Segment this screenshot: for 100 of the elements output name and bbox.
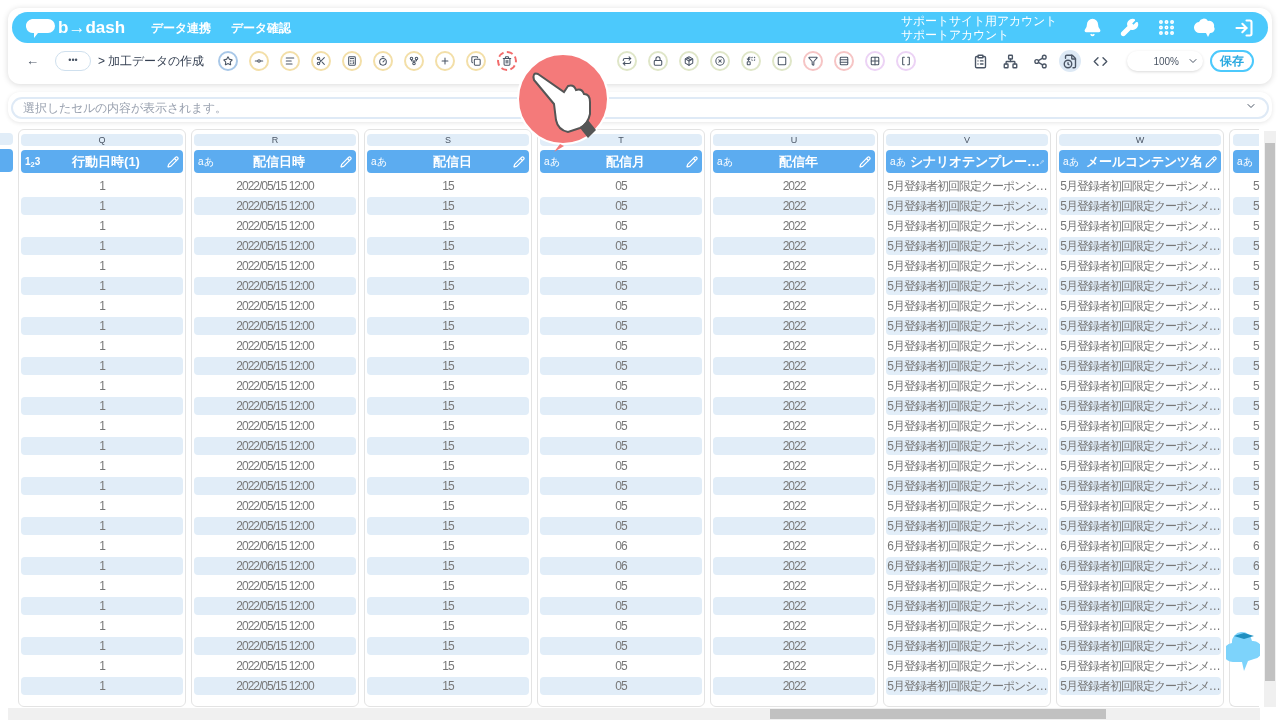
table-cell-text: 2022/05/15 12:00 [235, 458, 316, 475]
account-name: サポートアカウント [901, 27, 1010, 42]
table-cell-text: 2022 [781, 418, 807, 435]
table-cell: 2022 [713, 597, 875, 615]
table-cell: 15 [367, 597, 529, 615]
filter-icon [808, 56, 819, 66]
table-cell-text: 5月登録者初回限定クーポンシ… [886, 258, 1048, 275]
column-header[interactable]: aあ 配信年 [713, 150, 875, 173]
connect-icon [254, 56, 265, 66]
nav-link[interactable]: データ連携 [151, 18, 212, 37]
table-cell: 5月登録者初回限定クーポンシ… [886, 477, 1048, 495]
table-cell: 05 [540, 397, 702, 415]
table-cell-text: 2022 [781, 218, 807, 235]
column-header[interactable]: aあ シナリオテンプレー… [886, 150, 1048, 173]
table-cell: 2022 [713, 637, 875, 655]
table-cell-text: 1 [98, 458, 107, 475]
back-button[interactable]: ← [26, 51, 39, 71]
table-cell: 05 [540, 197, 702, 215]
table-cell: 15 [367, 397, 529, 415]
nav-link[interactable]: データ確認 [231, 18, 292, 37]
table-cell-text: 2022/05/15 12:00 [235, 498, 316, 515]
table-cell: 2022 [713, 237, 875, 255]
table-cell: 2022 [713, 677, 875, 695]
tool-button[interactable] [218, 51, 239, 71]
edit-icon[interactable] [686, 155, 698, 168]
table-cell-text: 5月登録者初回限定クーポンシ… [886, 578, 1048, 595]
table-cell-text: 2022/05/15 12:00 [235, 258, 316, 275]
table-cell: 15 [367, 317, 529, 335]
table-cell: 05 [540, 677, 702, 695]
table-cell: 5 [1233, 517, 1259, 535]
table-cell: 15 [367, 677, 529, 695]
table-cell: 1 [21, 597, 183, 615]
table-cell-text: 15 [441, 258, 455, 275]
column-header[interactable]: aあ 配信日 [367, 150, 529, 173]
table-cell: 5月登録者初回限定クーポンメ… [1059, 517, 1221, 535]
column-header[interactable]: aあ メールコンテンツ名 [1059, 150, 1221, 173]
column-header[interactable]: aあ 配信日時 [194, 150, 356, 173]
horizontal-scrollbar[interactable] [8, 708, 1260, 720]
column-header[interactable]: aあ 配信月 [540, 150, 702, 173]
table-cell-text: 5月登録者初回限定クーポンシ… [886, 298, 1048, 315]
replace-icon [746, 56, 757, 66]
hierarchy-icon [1002, 53, 1018, 69]
table-cell-text: 15 [441, 338, 455, 355]
table-cell: 5月登録者初回限定クーポンメ… [1059, 277, 1221, 295]
table-cell-text: 6 [1252, 538, 1259, 555]
column-header[interactable]: aあ [1233, 150, 1259, 173]
mascot-drawing[interactable] [1226, 629, 1260, 673]
type-label: aあ [544, 155, 561, 169]
view-button[interactable] [1059, 50, 1081, 72]
save-button[interactable]: 保存 [1210, 50, 1254, 72]
table-cell-text: 2022 [781, 298, 807, 315]
table-cell: 15 [367, 517, 529, 535]
table-cell: 5月登録者初回限定クーポンシ… [886, 677, 1048, 695]
table-cell-text: 2022/05/15 12:00 [235, 338, 316, 355]
tool-button[interactable] [497, 51, 518, 71]
table-cell: 2022/05/15 12:00 [194, 477, 356, 495]
table-cell-text: 5 [1252, 418, 1259, 435]
edit-icon[interactable] [167, 155, 179, 168]
edit-icon[interactable] [340, 155, 352, 168]
edit-icon[interactable] [859, 155, 871, 168]
table-cell-text: 1 [98, 658, 107, 675]
table-cell-text: 2022/05/15 12:00 [235, 418, 316, 435]
table-cell: 1 [21, 557, 183, 575]
table-cell-text: 05 [614, 178, 628, 195]
table-cell-text: 5月登録者初回限定クーポンシ… [886, 178, 1048, 195]
table-cell-text: 6月登録者初回限定クーポンシ… [886, 538, 1048, 555]
type-label: aあ [198, 155, 215, 169]
table-cell: 5月登録者初回限定クーポンメ… [1059, 357, 1221, 375]
table-cell-text: 6月登録者初回限定クーポンメ… [1059, 538, 1221, 555]
table-cell: 1 [21, 357, 183, 375]
table-cell-text: 05 [614, 298, 628, 315]
formula-field[interactable]: 選択したセルの内容が表示されます。 [11, 97, 1269, 119]
rows-icon [839, 56, 850, 66]
table-cell-text: 2022 [781, 498, 807, 515]
tool-button[interactable] [803, 51, 824, 71]
table-cell: 05 [540, 597, 702, 615]
table-cell: 6 [1233, 557, 1259, 575]
table-cell-text: 5月登録者初回限定クーポンメ… [1059, 258, 1221, 275]
edit-icon[interactable] [1205, 155, 1217, 168]
table-cell: 5 [1233, 317, 1259, 335]
table-cell: 2022/05/15 12:00 [194, 397, 356, 415]
table-cell: 1 [21, 677, 183, 695]
table-cell: 5 [1233, 477, 1259, 495]
table-cell-text: 1 [98, 378, 107, 395]
breadcrumb: > 加工データの作成 [98, 53, 205, 70]
edit-icon[interactable] [513, 155, 525, 168]
column-letter [1233, 134, 1259, 146]
table-cell-text: 5 [1252, 338, 1259, 355]
table-cell: 15 [367, 637, 529, 655]
table-cell: 2022 [713, 197, 875, 215]
table-cell: 1 [21, 437, 183, 455]
column-header[interactable]: 1$_{2}$3 行動日時(1) [21, 150, 183, 173]
zoom-select[interactable]: 100% [1127, 51, 1203, 71]
table-cell-text: 5月登録者初回限定クーポンシ… [886, 338, 1048, 355]
table-cell: 15 [367, 557, 529, 575]
lock-icon [653, 56, 664, 66]
tool-button[interactable] [834, 51, 855, 71]
table-cell: 5月登録者初回限定クーポンメ… [1059, 477, 1221, 495]
vertical-scrollbar[interactable] [1264, 131, 1276, 707]
table-cell: 6月登録者初回限定クーポンシ… [886, 557, 1048, 575]
